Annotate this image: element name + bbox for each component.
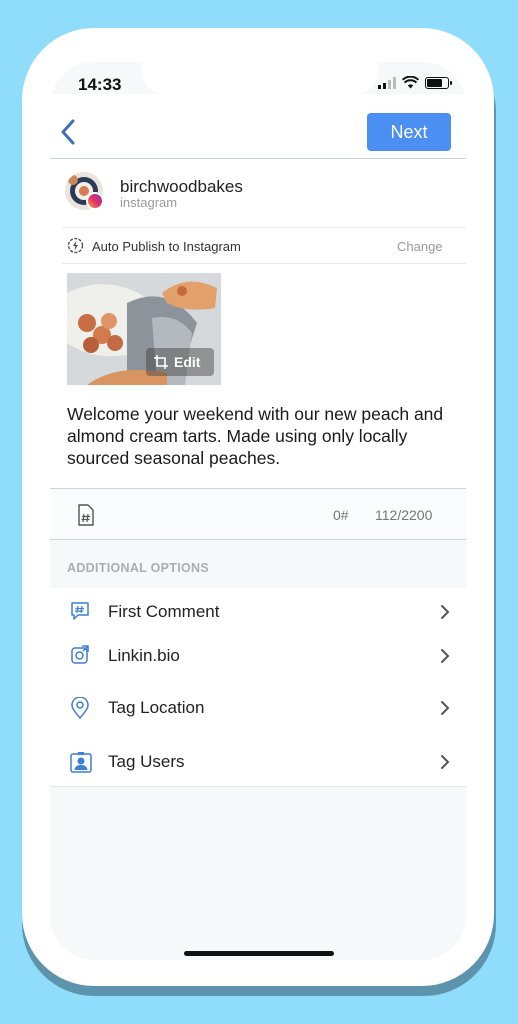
crop-icon	[154, 355, 168, 369]
option-tag-users[interactable]: Tag Users	[50, 740, 466, 784]
caption-text[interactable]: Welcome your weekend with our new peach …	[67, 403, 457, 469]
hashtag-file-icon[interactable]	[77, 504, 95, 526]
option-tag-location[interactable]: Tag Location	[50, 686, 466, 730]
chevron-right-icon	[441, 755, 450, 769]
option-label: First Comment	[108, 602, 220, 621]
chevron-right-icon	[441, 701, 450, 715]
option-first-comment[interactable]: First Comment	[50, 590, 466, 634]
edit-label: Edit	[174, 354, 201, 370]
option-label: Tag Location	[108, 698, 205, 717]
option-linkin-bio[interactable]: Linkin.bio	[50, 634, 466, 678]
account-divider	[62, 227, 466, 228]
home-indicator[interactable]	[184, 951, 334, 956]
chevron-right-icon	[441, 649, 450, 663]
comment-hash-icon	[71, 602, 89, 620]
wifi-icon	[402, 76, 419, 89]
additional-options-title: ADDITIONAL OPTIONS	[67, 561, 209, 575]
change-link[interactable]: Change	[397, 239, 443, 254]
option-label: Tag Users	[108, 752, 185, 771]
linkin-bio-icon	[71, 645, 89, 664]
tag-users-icon	[70, 752, 92, 773]
options-divider	[50, 786, 466, 787]
status-time: 14:33	[78, 75, 122, 94]
account-network: instagram	[120, 195, 178, 210]
status-icons	[378, 76, 452, 89]
location-pin-icon	[71, 697, 89, 719]
next-button[interactable]: Next	[367, 113, 451, 151]
auto-publish-label: Auto Publish to Instagram	[92, 239, 241, 254]
back-arrow-icon[interactable]	[58, 116, 82, 148]
edit-media-button[interactable]: Edit	[146, 348, 214, 376]
character-count: 112/2200	[375, 507, 433, 523]
header-divider	[50, 158, 466, 159]
auto-publish-icon	[67, 237, 84, 254]
signal-icon	[378, 76, 396, 89]
battery-icon	[425, 76, 452, 89]
publish-divider	[62, 263, 466, 264]
account-name: birchwoodbakes	[120, 177, 243, 196]
chevron-right-icon	[441, 605, 450, 619]
hashtag-count: 0#	[333, 507, 349, 523]
option-label: Linkin.bio	[108, 646, 180, 665]
instagram-badge-icon	[86, 192, 104, 210]
notch	[142, 62, 378, 94]
